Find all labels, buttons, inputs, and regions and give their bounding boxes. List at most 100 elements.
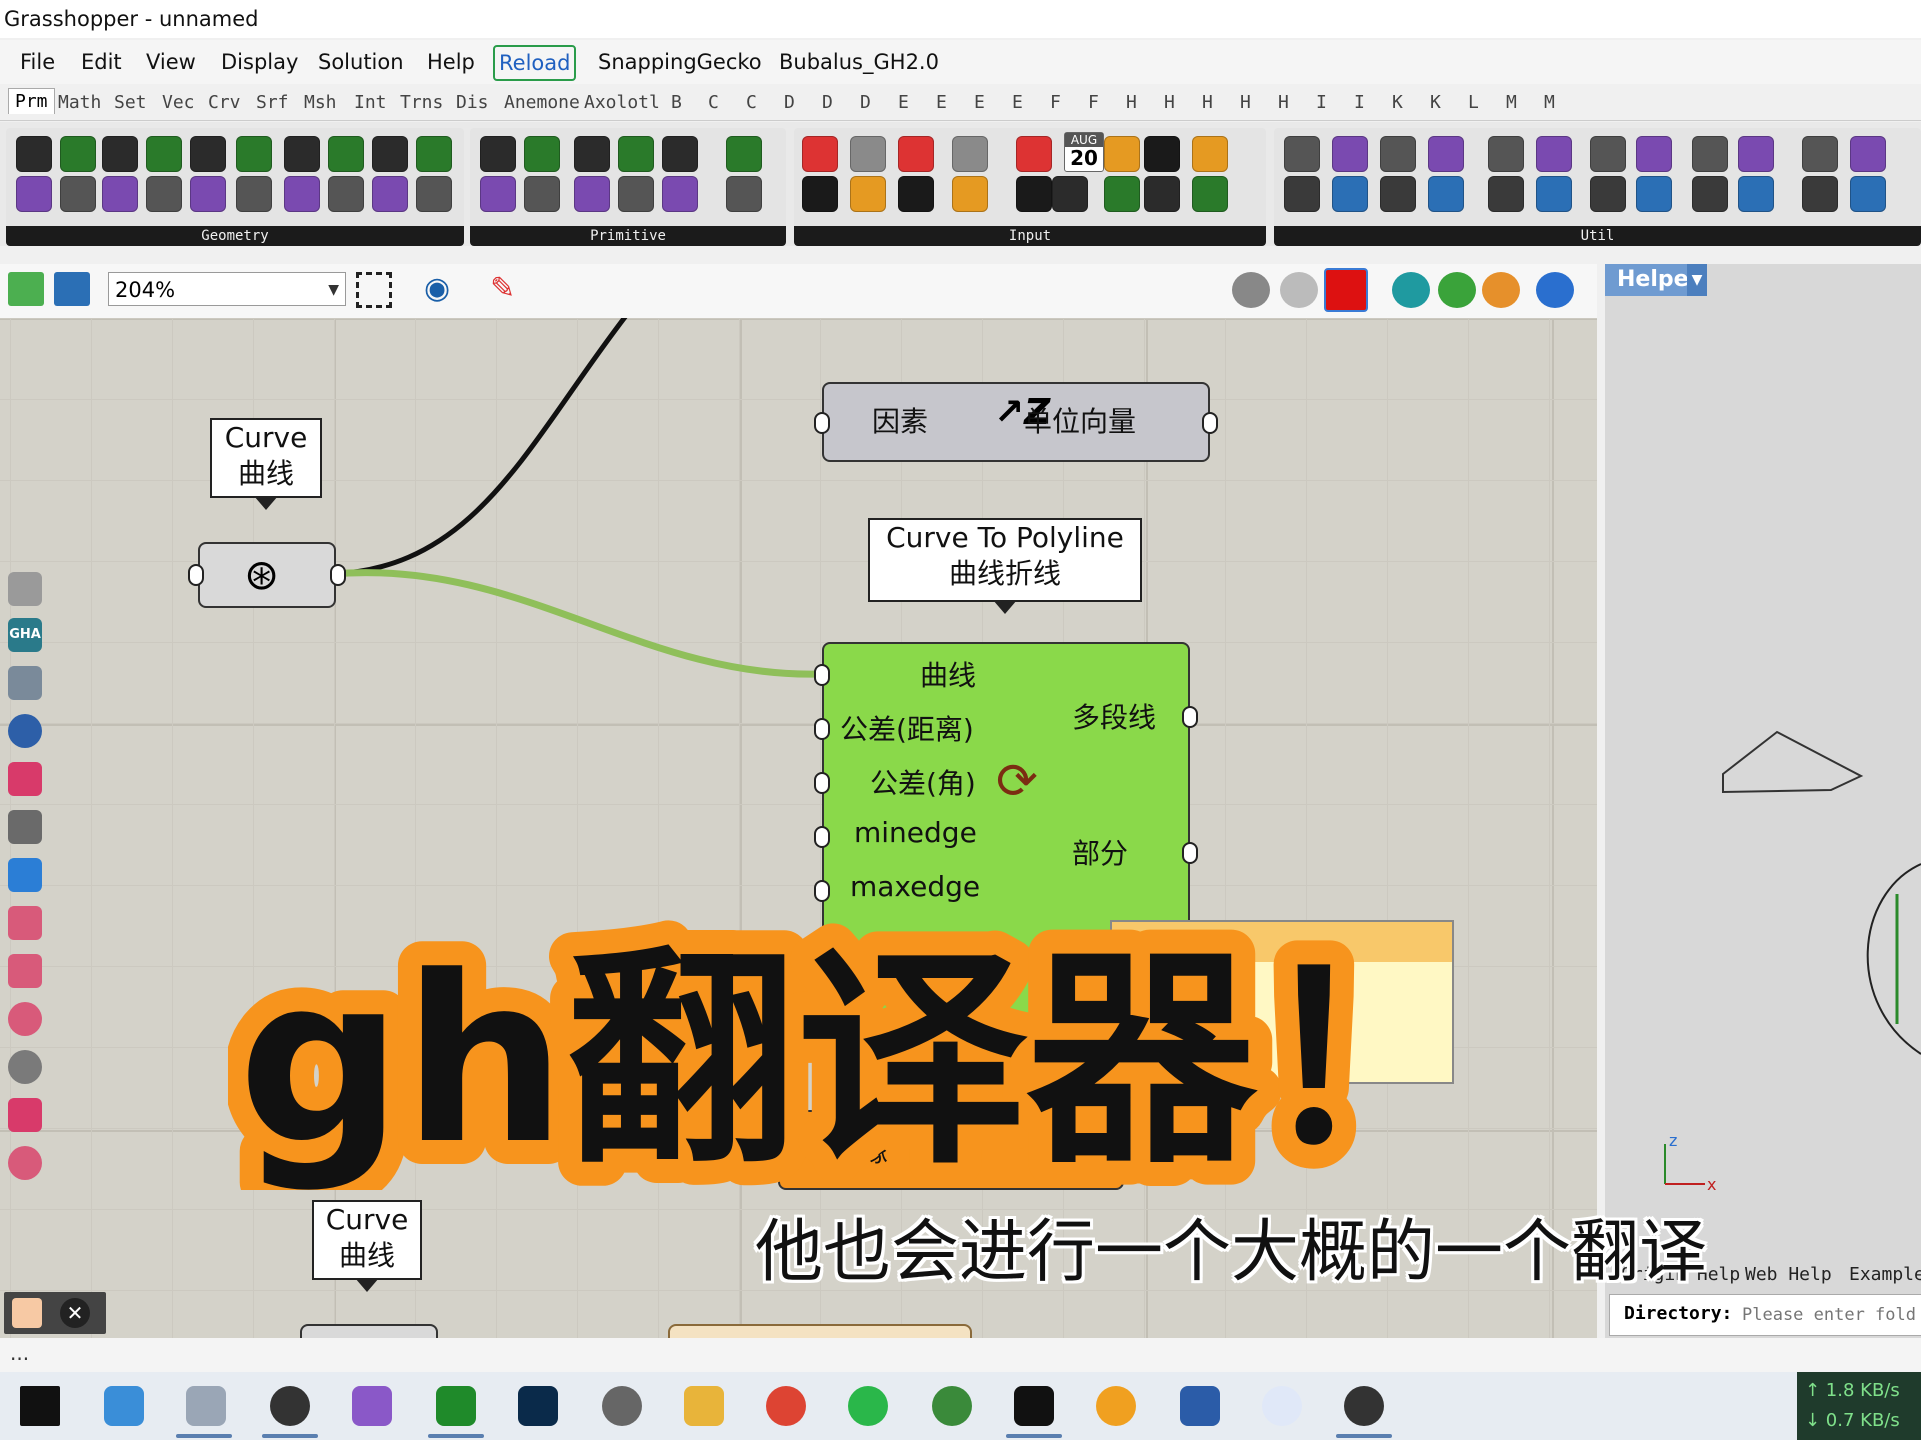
component-icon[interactable] [952, 136, 988, 172]
tab-e[interactable]: E [936, 92, 947, 113]
component-icon[interactable] [850, 136, 886, 172]
tab-anemone[interactable]: Anemone [504, 92, 580, 113]
curve-param-2[interactable] [300, 1324, 438, 1338]
component-icon[interactable] [850, 176, 886, 212]
component-icon[interactable] [726, 176, 762, 212]
preview-off-icon[interactable] [1232, 272, 1270, 308]
gear-icon[interactable] [8, 572, 42, 606]
menu-view[interactable]: View [146, 40, 196, 84]
input-grip[interactable] [814, 826, 830, 848]
menu-snappinggecko[interactable]: SnappingGecko [598, 40, 762, 84]
tab-int[interactable]: Int [354, 92, 387, 113]
component-icon[interactable] [1850, 136, 1886, 172]
component-icon[interactable] [574, 136, 610, 172]
output-grip[interactable] [330, 564, 346, 586]
tab-example[interactable]: Example [1849, 1264, 1921, 1285]
wire-icon[interactable] [8, 810, 42, 844]
sketch-icon[interactable]: ✎ [490, 272, 528, 306]
word-icon[interactable] [1180, 1386, 1220, 1426]
component-icon[interactable] [102, 136, 138, 172]
input-grip[interactable] [814, 412, 830, 434]
palette-icon[interactable] [8, 1050, 42, 1084]
input-grip[interactable] [814, 772, 830, 794]
component-icon[interactable] [236, 136, 272, 172]
menu-file[interactable]: File [20, 40, 55, 84]
tab-l[interactable]: L [1468, 92, 1479, 113]
tab-prm[interactable]: Prm [8, 88, 55, 114]
open-folder-icon[interactable] [8, 272, 44, 306]
component-icon[interactable] [1802, 136, 1838, 172]
unit-vector-component[interactable]: 因素 ↗Z 单位向量 [814, 382, 1218, 462]
tab-msh[interactable]: Msh [304, 92, 337, 113]
grid-icon[interactable] [8, 1098, 42, 1132]
component-icon[interactable] [1284, 136, 1320, 172]
chrome-icon[interactable] [766, 1386, 806, 1426]
component-icon[interactable] [372, 176, 408, 212]
component-icon[interactable] [662, 176, 698, 212]
component-icon[interactable] [1536, 136, 1572, 172]
directory-input[interactable] [1740, 1299, 1920, 1331]
menu-reload[interactable]: Reload [493, 45, 577, 81]
tab-m[interactable]: M [1544, 92, 1555, 113]
tab-h[interactable]: H [1240, 92, 1251, 113]
menu-display[interactable]: Display [221, 40, 298, 84]
tab-web-help[interactable]: Web Help [1745, 1264, 1832, 1285]
tab-h[interactable]: H [1278, 92, 1289, 113]
component-icon[interactable] [284, 176, 320, 212]
tab-vec[interactable]: Vec [162, 92, 195, 113]
component-icon[interactable] [416, 176, 452, 212]
rhino-viewport[interactable]: Helper ▼ z x Origin Help Web Help Exampl… [1605, 264, 1921, 1338]
tab-k[interactable]: K [1392, 92, 1403, 113]
preview-mesh-icon[interactable] [1482, 272, 1520, 308]
output-grip[interactable] [1182, 706, 1198, 728]
component-icon[interactable] [190, 136, 226, 172]
input-grip[interactable] [814, 664, 830, 686]
tab-h[interactable]: H [1126, 92, 1137, 113]
component-icon[interactable] [102, 176, 138, 212]
box-icon[interactable] [8, 762, 42, 796]
component-icon[interactable] [802, 176, 838, 212]
calendar-icon[interactable]: AUG 20 [1064, 132, 1104, 172]
visual-studio-icon[interactable] [352, 1386, 392, 1426]
tab-math[interactable]: Math [58, 92, 101, 113]
tab-i[interactable]: I [1354, 92, 1365, 113]
component-icon[interactable] [1850, 176, 1886, 212]
component-icon[interactable] [1428, 176, 1464, 212]
zoom-extents-icon[interactable] [356, 272, 392, 308]
component-icon[interactable] [328, 136, 364, 172]
curve-param-1[interactable]: ⊛ [188, 542, 346, 608]
globe-app-icon[interactable] [932, 1386, 972, 1426]
pycharm-icon[interactable] [436, 1386, 476, 1426]
tab-f[interactable]: F [1050, 92, 1061, 113]
component-icon[interactable] [1636, 136, 1672, 172]
save-icon[interactable] [54, 272, 90, 306]
cursor-icon[interactable] [8, 858, 42, 892]
tab-k[interactable]: K [1430, 92, 1441, 113]
component-icon[interactable] [1692, 136, 1728, 172]
tab-crv[interactable]: Crv [208, 92, 241, 113]
globe-icon[interactable] [8, 714, 42, 748]
preview-selected-icon[interactable] [1392, 272, 1430, 308]
photoshop-icon[interactable] [518, 1386, 558, 1426]
component-icon[interactable] [1536, 176, 1572, 212]
close-icon[interactable]: ✕ [60, 1298, 90, 1328]
tab-d[interactable]: D [860, 92, 871, 113]
component-icon[interactable] [1488, 136, 1524, 172]
component-icon[interactable] [236, 176, 272, 212]
cloud-app-icon[interactable] [1262, 1386, 1302, 1426]
photos-icon[interactable] [186, 1386, 226, 1426]
contacts-icon[interactable] [104, 1386, 144, 1426]
component-icon[interactable] [1104, 176, 1140, 212]
component-icon[interactable] [480, 176, 516, 212]
tab-e[interactable]: E [898, 92, 909, 113]
component-icon[interactable] [60, 136, 96, 172]
component-icon[interactable] [372, 136, 408, 172]
obs-icon[interactable] [1344, 1386, 1384, 1426]
menu-edit[interactable]: Edit [81, 40, 122, 84]
tab-c[interactable]: C [708, 92, 719, 113]
tab-f[interactable]: F [1088, 92, 1099, 113]
gha-icon[interactable]: GHA [8, 618, 42, 652]
component-icon[interactable] [1144, 136, 1180, 172]
component-icon[interactable] [1016, 136, 1052, 172]
component-icon[interactable] [952, 176, 988, 212]
